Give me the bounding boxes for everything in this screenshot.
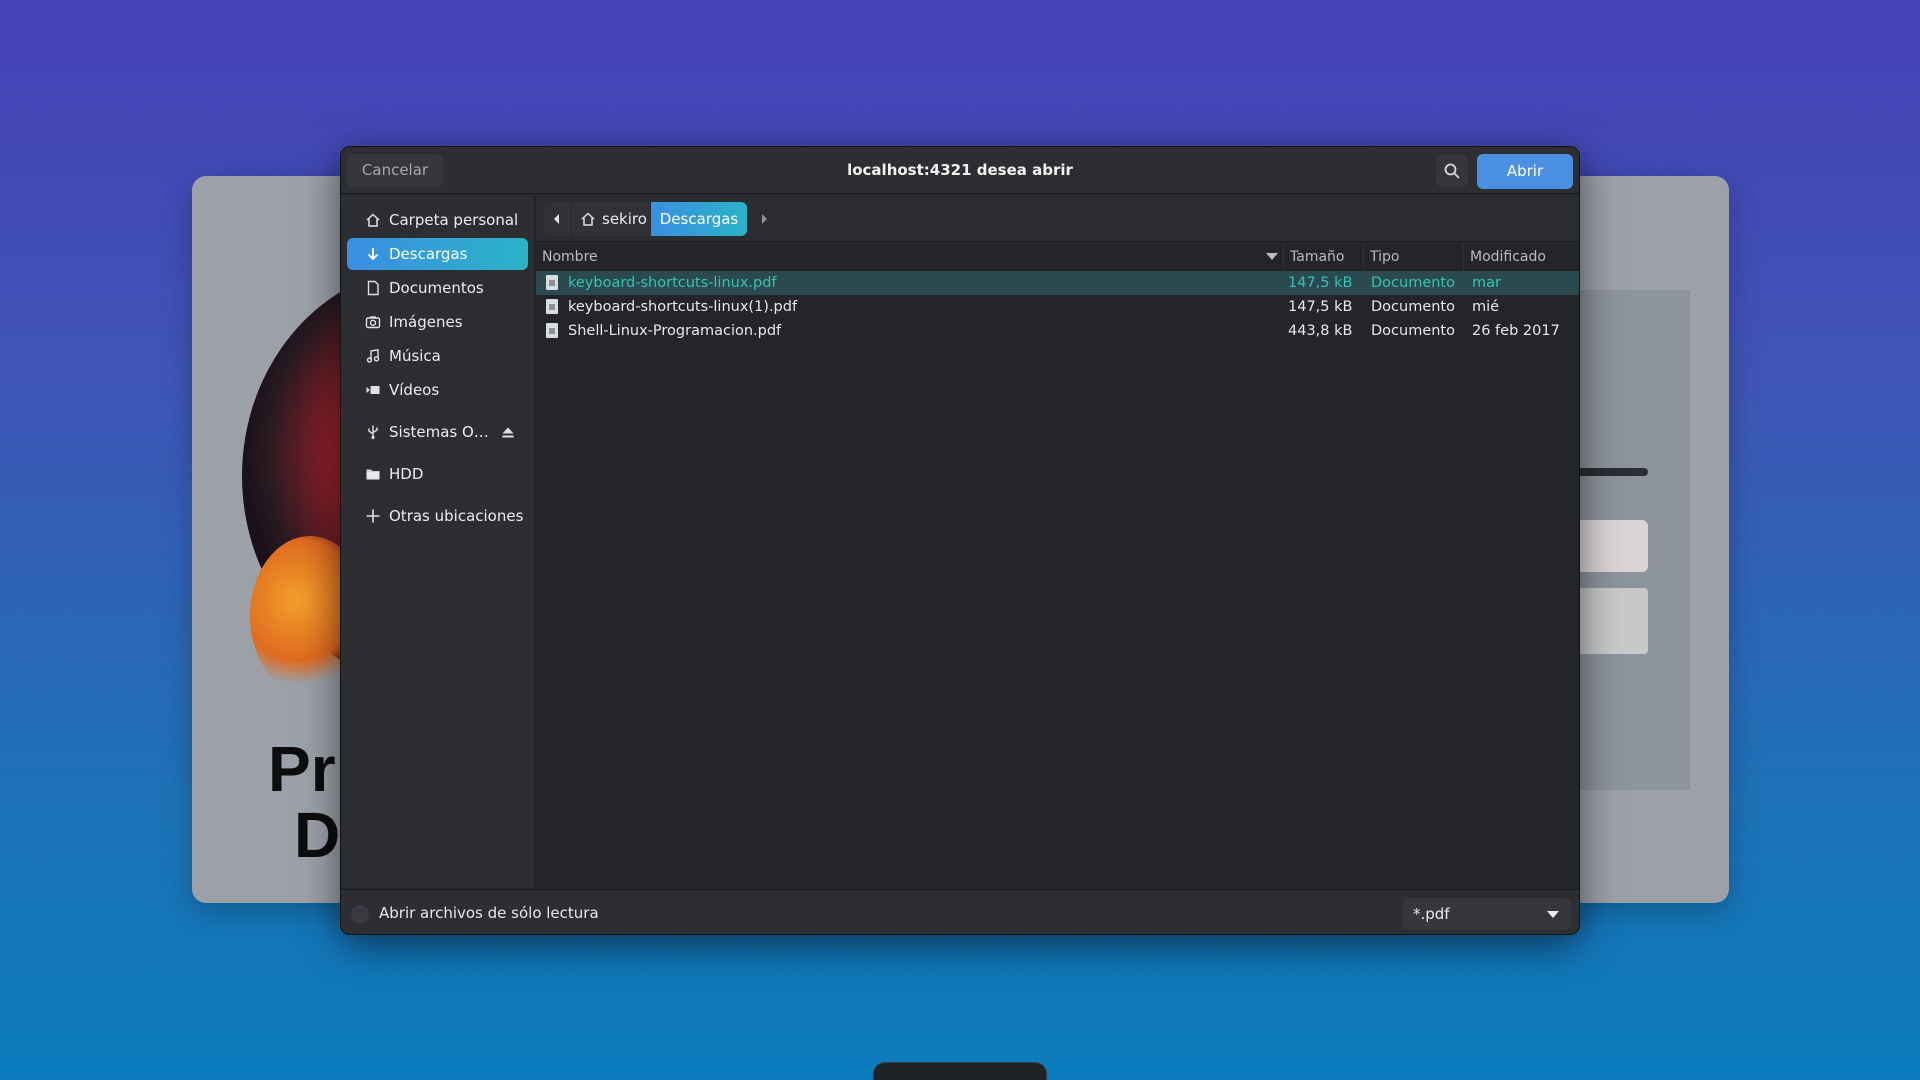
sidebar-separator: [341, 492, 534, 500]
home-icon: [363, 210, 383, 230]
download-icon: [363, 244, 383, 264]
sidebar-item-label: Descargas: [389, 245, 468, 263]
chevron-right-icon: [762, 214, 767, 224]
path-segment-home[interactable]: sekiro: [572, 202, 650, 236]
pdf-file-icon: [546, 299, 558, 314]
search-button[interactable]: [1436, 155, 1468, 187]
file-list: Nombre Tamaño Tipo Modificado keyboard-s…: [536, 243, 1579, 888]
file-name: Shell-Linux-Programacion.pdf: [568, 323, 782, 339]
cancel-button[interactable]: Cancelar: [347, 154, 443, 187]
sidebar-item-label: Otras ubicaciones: [389, 507, 524, 525]
plus-icon: [363, 506, 383, 526]
sidebar-item-label: Imágenes: [389, 313, 463, 331]
background-textarea: [1572, 588, 1648, 654]
chevron-down-icon: [1547, 911, 1559, 918]
dialog-title: localhost:4321 desea abrir: [847, 161, 1073, 179]
path-segment-current[interactable]: Descargas: [651, 202, 747, 236]
video-icon: [363, 380, 383, 400]
filter-value: *.pdf: [1413, 905, 1450, 923]
sidebar-item-images[interactable]: Imágenes: [347, 306, 528, 338]
music-icon: [363, 346, 383, 366]
chevron-left-icon: [554, 214, 559, 224]
sidebar-separator: [341, 408, 534, 416]
sort-descending-icon: [1266, 253, 1278, 260]
background-heading: Pr D: [268, 736, 340, 868]
camera-icon: [363, 312, 383, 332]
column-header-size[interactable]: Tamaño: [1284, 243, 1364, 271]
sidebar-item-documents[interactable]: Documentos: [347, 272, 528, 304]
path-scroll-left-button[interactable]: [544, 202, 570, 236]
eject-icon[interactable]: [498, 422, 518, 442]
file-list-header: Nombre Tamaño Tipo Modificado: [536, 243, 1579, 271]
file-type-filter-dropdown[interactable]: *.pdf: [1403, 898, 1571, 930]
file-type: Documento: [1371, 275, 1455, 291]
background-heading-line2: D: [294, 799, 341, 871]
background-divider: [1572, 468, 1648, 476]
taskbar-dock: [873, 1062, 1047, 1080]
search-icon: [1444, 163, 1460, 179]
sidebar-item-label: Documentos: [389, 279, 484, 297]
pdf-file-icon: [546, 275, 558, 290]
file-type: Documento: [1371, 299, 1455, 315]
sidebar-item-label: Sistemas O…: [389, 423, 489, 441]
file-chooser-dialog: Cancelar localhost:4321 desea abrir Abri…: [340, 146, 1580, 935]
readonly-checkbox-label[interactable]: Abrir archivos de sólo lectura: [379, 890, 599, 934]
sidebar-item-label: Carpeta personal: [389, 211, 519, 229]
background-input: [1572, 520, 1648, 572]
open-button[interactable]: Abrir: [1477, 154, 1573, 189]
sidebar-item-home[interactable]: Carpeta personal: [347, 204, 528, 236]
folder-icon: [363, 464, 383, 484]
file-modified: 26 feb 2017: [1472, 323, 1560, 339]
file-row[interactable]: keyboard-shortcuts-linux(1).pdf 147,5 kB…: [536, 295, 1579, 319]
sidebar-item-hdd[interactable]: HDD: [347, 458, 528, 490]
pdf-file-icon: [546, 323, 558, 338]
usb-icon: [363, 422, 383, 442]
readonly-checkbox[interactable]: [351, 905, 369, 923]
file-size: 147,5 kB: [1288, 275, 1353, 291]
dialog-footer: Abrir archivos de sólo lectura *.pdf: [341, 889, 1579, 934]
sidebar-item-label: HDD: [389, 465, 424, 483]
places-sidebar: Carpeta personal Descargas Documentos Im…: [341, 195, 535, 888]
dialog-headerbar: Cancelar localhost:4321 desea abrir Abri…: [341, 147, 1579, 194]
column-header-modified[interactable]: Modificado: [1464, 243, 1579, 271]
file-name: keyboard-shortcuts-linux.pdf: [568, 275, 777, 291]
file-size: 147,5 kB: [1288, 299, 1353, 315]
sidebar-item-videos[interactable]: Vídeos: [347, 374, 528, 406]
file-row[interactable]: keyboard-shortcuts-linux.pdf 147,5 kB Do…: [536, 271, 1579, 295]
sidebar-separator: [341, 450, 534, 458]
background-heading-line1: Pr: [268, 733, 336, 805]
file-modified: mié: [1472, 299, 1500, 315]
sidebar-item-usb-drive[interactable]: Sistemas O…: [347, 416, 528, 448]
path-segment-label: sekiro: [602, 210, 647, 228]
home-icon: [581, 212, 595, 226]
sidebar-item-label: Vídeos: [389, 381, 440, 399]
sidebar-item-other-locations[interactable]: Otras ubicaciones: [347, 500, 528, 532]
path-scroll-right-button[interactable]: [752, 202, 776, 236]
path-bar: sekiro Descargas: [536, 195, 1579, 242]
file-name: keyboard-shortcuts-linux(1).pdf: [568, 299, 798, 315]
sidebar-item-label: Música: [389, 347, 441, 365]
file-size: 443,8 kB: [1288, 323, 1353, 339]
file-type: Documento: [1371, 323, 1455, 339]
sidebar-item-music[interactable]: Música: [347, 340, 528, 372]
document-icon: [363, 278, 383, 298]
column-header-type[interactable]: Tipo: [1364, 243, 1464, 271]
sidebar-item-downloads[interactable]: Descargas: [347, 238, 528, 270]
file-modified: mar: [1472, 275, 1501, 291]
file-row[interactable]: Shell-Linux-Programacion.pdf 443,8 kB Do…: [536, 319, 1579, 343]
column-header-name[interactable]: Nombre: [536, 243, 1284, 271]
